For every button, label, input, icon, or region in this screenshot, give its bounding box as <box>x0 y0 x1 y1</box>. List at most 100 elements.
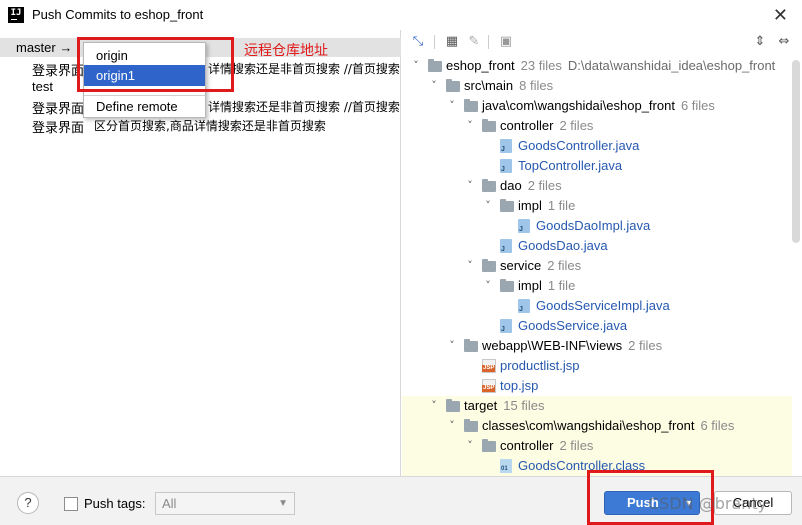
node-count: 2 files <box>559 438 594 453</box>
folder-icon <box>482 439 496 452</box>
commit-item[interactable]: 登录界面 区分首页搜索,商品详情搜索还是非首页搜索 <box>32 117 326 136</box>
commit-message: 登录界面 <box>32 101 85 116</box>
node-name: GoodsController.java <box>518 138 640 153</box>
chevron-down-icon: ˅ <box>431 399 437 412</box>
tree-node-file[interactable]: TopController.java <box>402 156 792 176</box>
app-icon-text: IJ <box>10 8 22 18</box>
node-name: GoodsDaoImpl.java <box>536 218 651 233</box>
folder-icon <box>446 79 460 92</box>
tree-node-folder[interactable]: ˅ webapp\WEB-INF\views 2 files <box>402 336 792 356</box>
collapse-all-icon[interactable]: ⇔ <box>776 34 792 50</box>
node-count: 1 file <box>547 278 576 293</box>
changes-tree-pane: ⤡ ▦ ✎ ▣ ⇕ ⇔ ˅ eshop_front 23 files D:\data… <box>402 30 802 476</box>
expand-all-icon[interactable]: ⇕ <box>752 34 768 50</box>
node-name: GoodsServiceImpl.java <box>536 298 670 313</box>
java-file-icon <box>500 139 512 153</box>
intellij-logo-icon: IJ <box>8 7 24 23</box>
folder-icon <box>482 259 496 272</box>
class-file-icon <box>500 459 512 473</box>
tree-node-file[interactable]: productlist.jsp <box>402 356 792 376</box>
node-name: GoodsDao.java <box>518 238 608 253</box>
node-name: top.jsp <box>500 378 539 393</box>
tree-node-folder[interactable]: ˅ java\com\wangshidai\eshop_front 6 files <box>402 96 792 116</box>
group-by-icon[interactable]: ▦ <box>444 34 460 50</box>
tree-node-folder[interactable]: ˅ impl 1 file <box>402 196 792 216</box>
commit-message: test <box>32 79 53 94</box>
java-file-icon <box>500 319 512 333</box>
chevron-down-icon: ˅ <box>467 439 473 452</box>
java-file-icon <box>518 219 530 233</box>
tree-node-file[interactable]: GoodsDaoImpl.java <box>402 216 792 236</box>
tree-node-folder[interactable]: ˅ service 2 files <box>402 256 792 276</box>
highlight-box <box>77 37 234 92</box>
java-file-icon <box>518 299 530 313</box>
node-name: productlist.jsp <box>500 358 580 373</box>
node-name: dao <box>500 178 522 193</box>
folder-icon <box>482 179 496 192</box>
push-tags-value: All <box>162 496 177 511</box>
tree-node-folder[interactable]: ˅ controller 2 files <box>402 436 792 456</box>
folder-icon <box>428 59 442 72</box>
java-file-icon <box>500 159 512 173</box>
toolbar-separator <box>434 35 435 49</box>
node-count: 6 files <box>680 98 715 113</box>
node-count: 8 files <box>519 78 554 93</box>
commit-detail: 详情搜索还是非首页搜索 //首页搜索 <box>208 100 400 114</box>
push-tags-select[interactable]: All ▼ <box>155 492 295 515</box>
branch-label: master → <box>16 40 73 55</box>
tree-node-root[interactable]: ˅ eshop_front 23 files D:\data\wanshidai_i… <box>402 56 792 76</box>
help-button[interactable]: ? <box>17 492 39 514</box>
node-name: target <box>464 398 498 413</box>
tree-node-file[interactable]: GoodsService.java <box>402 316 792 336</box>
node-name: webapp\WEB-INF\views <box>482 338 623 353</box>
commit-item[interactable]: test <box>32 79 53 94</box>
node-name: eshop_front <box>446 58 515 73</box>
node-count: 2 files <box>547 258 582 273</box>
tree-node-folder[interactable]: ˅ classes\com\wangshidai\eshop_front 6 fi… <box>402 416 792 436</box>
folder-icon <box>464 339 478 352</box>
push-tags-checkbox[interactable] <box>64 497 78 511</box>
tree-node-folder[interactable]: ˅ target 15 files <box>402 396 792 416</box>
tree-node-file[interactable]: top.jsp <box>402 376 792 396</box>
edit-icon[interactable]: ✎ <box>466 34 482 50</box>
save-icon[interactable]: ▣ <box>498 34 514 50</box>
commit-message: 登录界面 <box>32 120 85 135</box>
chevron-down-icon: ˅ <box>467 259 473 272</box>
node-count: 1 file <box>547 198 576 213</box>
folder-icon <box>464 99 478 112</box>
folder-icon <box>500 199 514 212</box>
folder-icon <box>446 399 460 412</box>
define-remote-option[interactable]: Define remote <box>84 96 205 117</box>
window-title: Push Commits to eshop_front <box>32 7 204 22</box>
tree-node-folder[interactable]: ˅ src\main 8 files <box>402 76 792 96</box>
commit-detail: 详情搜索还是非首页搜索 //首页搜索 <box>208 62 400 76</box>
folder-icon <box>500 279 514 292</box>
title-bar: IJ Push Commits to eshop_front ✕ <box>0 0 802 30</box>
chevron-down-icon: ˅ <box>431 79 437 92</box>
tree-node-file[interactable]: GoodsController.java <box>402 136 792 156</box>
chevron-down-icon: ˅ <box>467 179 473 192</box>
node-name: src\main <box>464 78 514 93</box>
jsp-file-icon <box>482 379 496 393</box>
tree-node-file[interactable]: GoodsServiceImpl.java <box>402 296 792 316</box>
tree-node-file[interactable]: GoodsDao.java <box>402 236 792 256</box>
node-count: 2 files <box>559 118 594 133</box>
node-name: impl <box>518 198 542 213</box>
close-icon[interactable]: ✕ <box>773 5 788 26</box>
tree-node-folder[interactable]: ˅ impl 1 file <box>402 276 792 296</box>
chevron-down-icon: ˅ <box>449 99 455 112</box>
expand-arrows-icon[interactable]: ⤡ <box>410 34 426 50</box>
tree-scrollbar[interactable] <box>792 60 800 243</box>
commit-item[interactable]: 登录界面 详情搜索还是非首页搜索 //首页搜索 <box>32 98 400 117</box>
tree-node-folder[interactable]: ˅ controller 2 files <box>402 116 792 136</box>
node-name: java\com\wangshidai\eshop_front <box>482 98 675 113</box>
node-name: classes\com\wangshidai\eshop_front <box>482 418 695 433</box>
node-name: controller <box>500 118 554 133</box>
chevron-down-icon: ˅ <box>467 119 473 132</box>
annotation-label: 远程仓库地址 <box>244 43 328 59</box>
node-count: 2 files <box>628 338 663 353</box>
node-path: D:\data\wanshidai_idea\eshop_front <box>567 58 776 73</box>
node-count: 6 files <box>700 418 735 433</box>
node-name: controller <box>500 438 554 453</box>
tree-node-folder[interactable]: ˅ dao 2 files <box>402 176 792 196</box>
